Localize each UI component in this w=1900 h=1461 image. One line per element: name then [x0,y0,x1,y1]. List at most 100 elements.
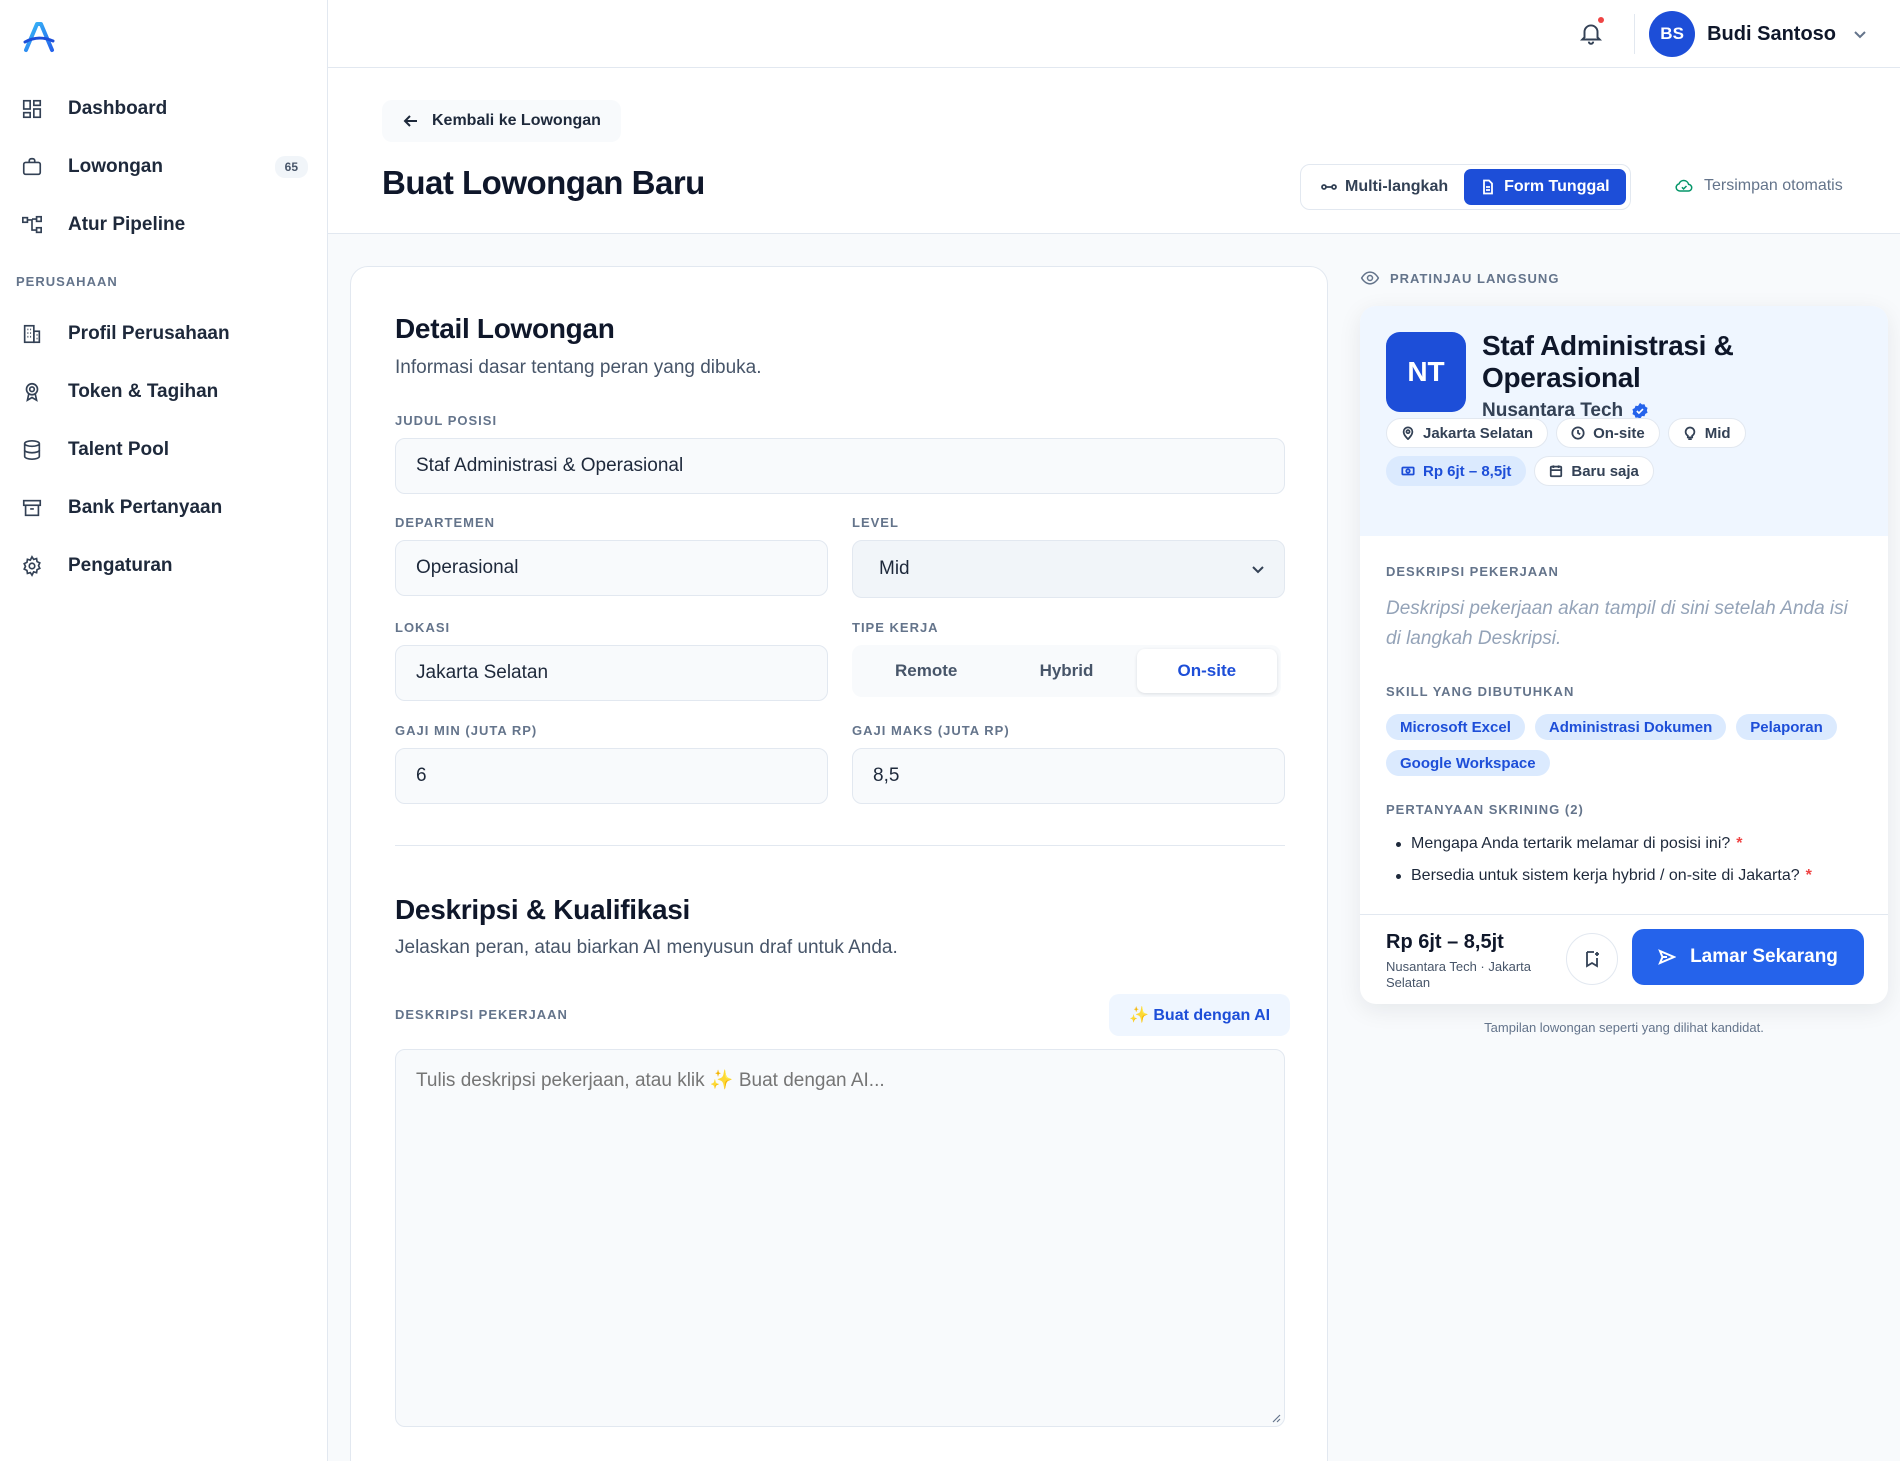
notification-button[interactable] [1578,17,1604,46]
sidebar-item-label: Bank Pertanyaan [68,497,223,518]
preview-chips: Jakarta Selatan On-site Mid Rp 6jt – 8,5… [1386,418,1866,486]
section-title-deskripsi: Deskripsi & Kualifikasi [395,894,691,925]
deskripsi-label: DESKRIPSI PEKERJAAN [395,1007,568,1022]
lightbulb-icon [1684,426,1695,440]
deskripsi-textarea[interactable] [395,1049,1285,1427]
preview-questions-label: PERTANYAAN SKRINING (2) [1386,802,1584,817]
mode-multi-label: Multi-langkah [1345,178,1449,195]
gaji-min-label: GAJI MIN (JUTA RP) [395,723,538,738]
generate-ai-button[interactable]: ✨ Buat dengan AI [1109,994,1291,1036]
level-select[interactable]: Mid [852,540,1285,598]
user-menu[interactable]: BS Budi Santoso [1649,11,1868,57]
page-title: Buat Lowongan Baru [382,164,705,201]
divider [1634,14,1635,54]
briefcase-icon [20,155,44,179]
sidebar-item-label: Token & Tagihan [68,381,219,402]
app-logo[interactable] [22,20,56,54]
sidebar-item-atur-pipeline[interactable]: Atur Pipeline [0,196,328,254]
sidebar-item-pengaturan[interactable]: Pengaturan [0,537,328,595]
sidebar-item-bank-pertanyaan[interactable]: Bank Pertanyaan [0,479,328,537]
arrow-left-icon [403,115,417,127]
sidebar: Dashboard Lowongan 65 Atur Pipeline PERU… [0,0,328,1461]
company-logo: NT [1386,332,1466,412]
judul-posisi-value: Staf Administrasi & Operasional [416,455,684,476]
bullet [1396,841,1401,847]
tipe-kerja-segmented: Remote Hybrid On-site [852,645,1281,697]
lokasi-value: Jakarta Selatan [416,662,549,683]
eye-icon [1360,271,1380,285]
preview-header: NT Staf Administrasi & Operasional Nusan… [1360,306,1888,536]
gaji-max-label: GAJI MAKS (JUTA RP) [852,723,1010,738]
preview-footer: Rp 6jt – 8,5jt Nusantara Tech · Jakarta … [1360,914,1888,1004]
skill-tag: Pelaporan [1736,714,1837,740]
tipe-kerja-remote[interactable]: Remote [856,649,996,693]
cloud-check-icon [1675,179,1693,192]
judul-posisi-input[interactable]: Staf Administrasi & Operasional [395,438,1285,494]
document-icon [1483,179,1494,195]
resize-handle-icon[interactable] [1271,1413,1281,1423]
tipe-kerja-hybrid[interactable]: Hybrid [996,649,1136,693]
sidebar-item-label: Atur Pipeline [68,214,186,235]
tipe-kerja-label: TIPE KERJA [852,620,939,635]
building-icon [20,322,44,346]
level-label: LEVEL [852,515,899,530]
mode-multi-step-button[interactable]: Multi-langkah [1305,169,1464,205]
back-button[interactable]: Kembali ke Lowongan [382,100,621,142]
departemen-input[interactable]: Operasional [395,540,828,596]
sidebar-item-profil-perusahaan[interactable]: Profil Perusahaan [0,305,328,363]
clock-icon [1571,426,1585,440]
sidebar-item-token-tagihan[interactable]: Token & Tagihan [0,363,328,421]
lokasi-input[interactable]: Jakarta Selatan [395,645,828,701]
chip-work-type-text: On-site [1593,424,1645,442]
preview-label-text: PRATINJAU LANGSUNG [1390,270,1560,286]
send-icon [1658,949,1677,965]
list-item: Mengapa Anda tertarik melamar di posisi … [1386,828,1876,860]
required-mark: * [1736,835,1743,852]
avatar: BS [1649,11,1696,57]
chip-location: Jakarta Selatan [1386,418,1549,448]
steps-icon [1321,184,1337,190]
section-subtitle-detail: Informasi dasar tentang peran yang dibuk… [395,357,762,378]
gaji-min-input[interactable]: 6 [395,748,828,804]
section-title-detail: Detail Lowongan [395,313,615,344]
mode-single-label: Form Tunggal [1504,178,1610,195]
skill-tag: Microsoft Excel [1386,714,1525,740]
chevron-down-icon [1250,561,1266,577]
bookmark-add-icon [1586,951,1599,968]
preview-caption: Tampilan lowongan seperti yang dilihat k… [1484,1020,1764,1035]
gear-icon [20,554,44,578]
notification-dot [1598,17,1604,23]
gaji-min-value: 6 [416,765,427,786]
bullet [1396,873,1401,879]
chip-salary: Rp 6jt – 8,5jt [1386,456,1527,486]
preview-label: PRATINJAU LANGSUNG [1360,268,1559,288]
lokasi-label: LOKASI [395,620,451,635]
bookmark-button[interactable] [1566,933,1618,985]
chip-salary-text: Rp 6jt – 8,5jt [1423,462,1512,480]
logo-icon [23,22,55,52]
sidebar-section-label: PERUSAHAAN [16,274,118,289]
departemen-value: Operasional [416,557,519,578]
sidebar-item-label: Talent Pool [68,439,169,460]
gaji-max-value: 8,5 [873,765,900,786]
sidebar-item-lowongan[interactable]: Lowongan 65 [0,138,328,196]
live-preview-card: NT Staf Administrasi & Operasional Nusan… [1360,306,1888,1004]
section-divider [395,845,1285,846]
skill-tag: Google Workspace [1386,750,1550,776]
topbar: BS Budi Santoso [328,0,1900,68]
chevron-down-icon [1852,26,1868,42]
dashboard-icon [20,97,44,121]
sidebar-item-label: Pengaturan [68,555,173,576]
gaji-max-input[interactable]: 8,5 [852,748,1285,804]
apply-button[interactable]: Lamar Sekarang [1632,929,1864,985]
autosave-text: Tersimpan otomatis [1704,177,1843,194]
mode-single-form-button[interactable]: Form Tunggal [1464,169,1626,205]
map-pin-icon [1402,426,1414,440]
autosave-status: Tersimpan otomatis [1674,176,1843,196]
tipe-kerja-onsite[interactable]: On-site [1136,649,1277,693]
sidebar-item-talent-pool[interactable]: Talent Pool [0,421,328,479]
apply-label: Lamar Sekarang [1690,946,1838,967]
sidebar-item-dashboard[interactable]: Dashboard [0,80,328,138]
section-subtitle-deskripsi: Jelaskan peran, atau biarkan AI menyusun… [395,937,898,958]
chip-posted: Baru saja [1534,456,1654,486]
